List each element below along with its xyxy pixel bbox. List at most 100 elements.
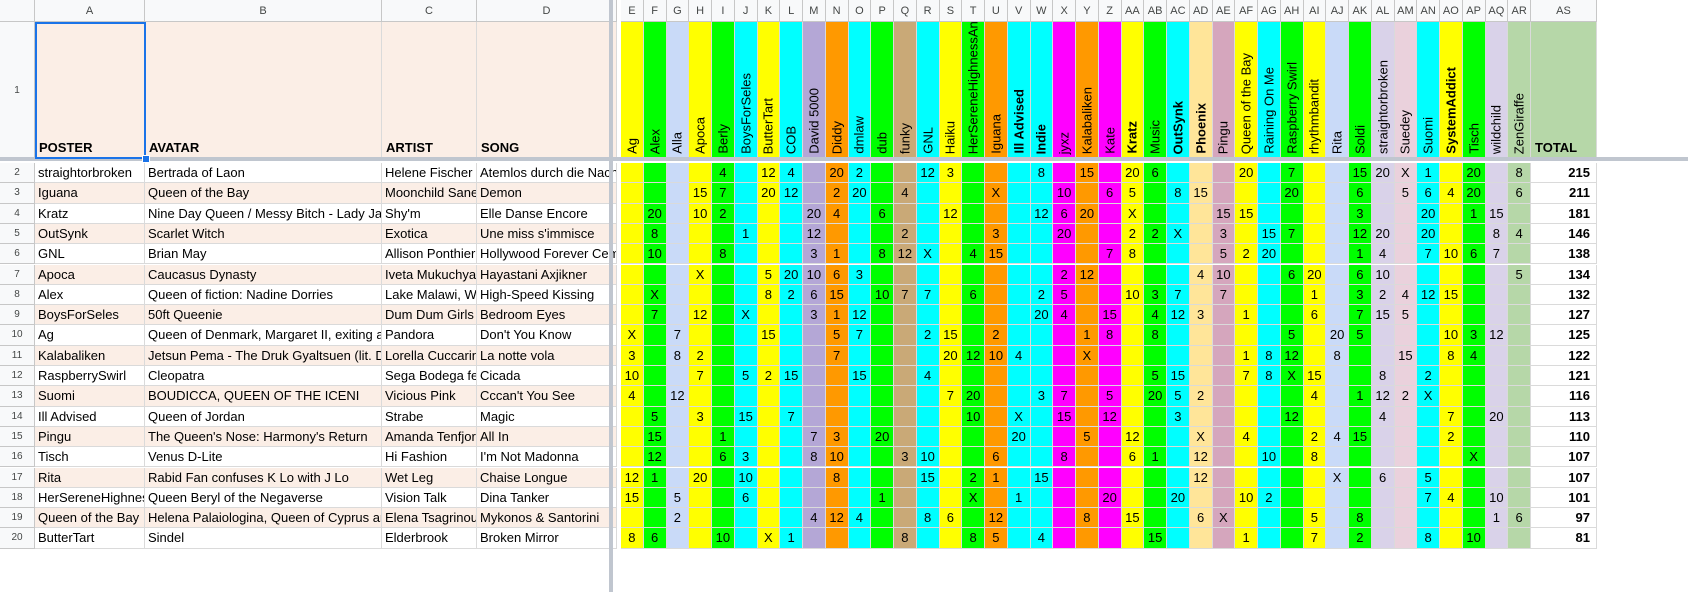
score-cell[interactable]: 2 — [848, 163, 872, 184]
poster-cell[interactable]: Apoca — [35, 264, 145, 285]
score-cell[interactable] — [894, 386, 917, 407]
score-cell[interactable]: 7 — [939, 386, 963, 407]
score-cell[interactable] — [803, 386, 826, 407]
score-cell[interactable]: X — [1280, 366, 1304, 387]
score-cell[interactable]: 5 — [1121, 183, 1145, 204]
score-cell[interactable]: 4 — [621, 386, 644, 407]
header-voter-r[interactable]: GNL — [916, 22, 940, 159]
score-cell[interactable] — [939, 487, 963, 509]
artist-cell[interactable]: Sega Bodega feat. Caroline Polachek — [382, 366, 477, 387]
artist-cell[interactable]: Lake Malawi, Wanda Ayotte — [382, 284, 477, 306]
score-cell[interactable]: 20 — [1326, 325, 1349, 346]
score-cell[interactable]: 7 — [712, 183, 735, 204]
score-cell[interactable] — [621, 447, 644, 468]
score-cell[interactable] — [1440, 528, 1463, 549]
score-cell[interactable] — [1007, 163, 1031, 184]
score-cell[interactable] — [1371, 203, 1395, 224]
score-cell[interactable] — [871, 325, 894, 346]
score-cell[interactable] — [825, 406, 849, 427]
score-cell[interactable] — [734, 183, 758, 204]
score-cell[interactable]: 10 — [643, 244, 667, 265]
header-voter-f[interactable]: Alex — [643, 22, 667, 159]
score-cell[interactable] — [712, 386, 735, 407]
artist-cell[interactable]: Iveta Mukuchyan — [382, 264, 477, 285]
score-cell[interactable] — [1189, 244, 1213, 265]
score-cell[interactable]: 15 — [1144, 528, 1167, 549]
score-cell[interactable]: 15 — [1371, 305, 1395, 326]
score-cell[interactable] — [871, 264, 894, 285]
header-voter-am[interactable]: Suedey — [1394, 22, 1418, 159]
score-cell[interactable] — [1258, 163, 1281, 184]
score-cell[interactable] — [757, 467, 781, 488]
column-header-v[interactable]: V — [1007, 0, 1031, 22]
score-cell[interactable] — [1121, 345, 1145, 366]
score-cell[interactable]: 3 — [803, 305, 826, 326]
total-cell[interactable]: 97 — [1531, 508, 1597, 529]
score-cell[interactable]: 6 — [1371, 467, 1395, 488]
score-cell[interactable]: 7 — [1417, 487, 1440, 509]
score-cell[interactable]: 6 — [1508, 183, 1531, 204]
header-voter-s[interactable]: Haiku — [939, 22, 963, 159]
score-cell[interactable] — [1098, 284, 1122, 306]
score-cell[interactable] — [1258, 305, 1281, 326]
score-cell[interactable] — [1417, 264, 1440, 285]
score-cell[interactable] — [1394, 467, 1418, 488]
score-cell[interactable]: 6 — [1144, 163, 1167, 184]
total-cell[interactable]: 138 — [1531, 244, 1597, 265]
score-cell[interactable] — [1167, 528, 1190, 549]
avatar-cell[interactable]: BOUDICCA, QUEEN OF THE ICENI — [145, 386, 382, 407]
score-cell[interactable]: 2 — [1053, 264, 1076, 285]
score-cell[interactable] — [780, 325, 803, 346]
score-cell[interactable]: 4 — [894, 183, 917, 204]
artist-cell[interactable]: Pandora — [382, 325, 477, 346]
header-song[interactable]: SONG — [477, 22, 617, 159]
score-cell[interactable] — [939, 528, 963, 549]
score-cell[interactable]: 4 — [1371, 406, 1395, 427]
score-cell[interactable] — [734, 528, 758, 549]
score-cell[interactable] — [712, 284, 735, 306]
score-cell[interactable]: 3 — [848, 264, 872, 285]
score-cell[interactable]: 4 — [1144, 305, 1167, 326]
score-cell[interactable]: X — [1212, 508, 1236, 529]
score-cell[interactable] — [939, 284, 963, 306]
score-cell[interactable] — [1394, 223, 1418, 245]
score-cell[interactable] — [666, 284, 690, 306]
score-cell[interactable] — [689, 528, 712, 549]
score-cell[interactable] — [643, 345, 667, 366]
score-cell[interactable] — [962, 426, 985, 448]
column-header-k[interactable]: K — [757, 0, 781, 22]
score-cell[interactable] — [1303, 163, 1327, 184]
score-cell[interactable] — [1303, 244, 1327, 265]
score-cell[interactable] — [962, 183, 985, 204]
score-cell[interactable]: 6 — [871, 203, 894, 224]
score-cell[interactable] — [780, 386, 803, 407]
score-cell[interactable] — [689, 163, 712, 184]
score-cell[interactable]: 8 — [916, 508, 940, 529]
score-cell[interactable] — [1258, 284, 1281, 306]
score-cell[interactable] — [803, 163, 826, 184]
score-cell[interactable]: 3 — [1167, 406, 1190, 427]
score-cell[interactable]: 6 — [1303, 305, 1327, 326]
score-cell[interactable]: 3 — [1349, 203, 1372, 224]
score-cell[interactable] — [1076, 366, 1099, 387]
score-cell[interactable] — [1053, 244, 1076, 265]
score-cell[interactable] — [1326, 223, 1349, 245]
score-cell[interactable] — [1144, 203, 1167, 224]
song-cell[interactable]: Cicada — [477, 366, 617, 387]
score-cell[interactable]: 7 — [1212, 284, 1236, 306]
score-cell[interactable]: 2 — [689, 345, 712, 366]
column-header-x[interactable]: X — [1053, 0, 1076, 22]
score-cell[interactable]: 7 — [780, 406, 803, 427]
score-cell[interactable]: 10 — [712, 528, 735, 549]
score-cell[interactable]: 1 — [825, 244, 849, 265]
score-cell[interactable] — [1462, 426, 1486, 448]
score-cell[interactable] — [712, 508, 735, 529]
score-cell[interactable] — [1303, 325, 1327, 346]
score-cell[interactable] — [1326, 305, 1349, 326]
score-cell[interactable] — [1280, 284, 1304, 306]
score-cell[interactable]: 15 — [848, 366, 872, 387]
score-cell[interactable] — [1030, 447, 1054, 468]
score-cell[interactable]: 7 — [803, 426, 826, 448]
score-cell[interactable] — [1462, 264, 1486, 285]
score-cell[interactable] — [643, 325, 667, 346]
